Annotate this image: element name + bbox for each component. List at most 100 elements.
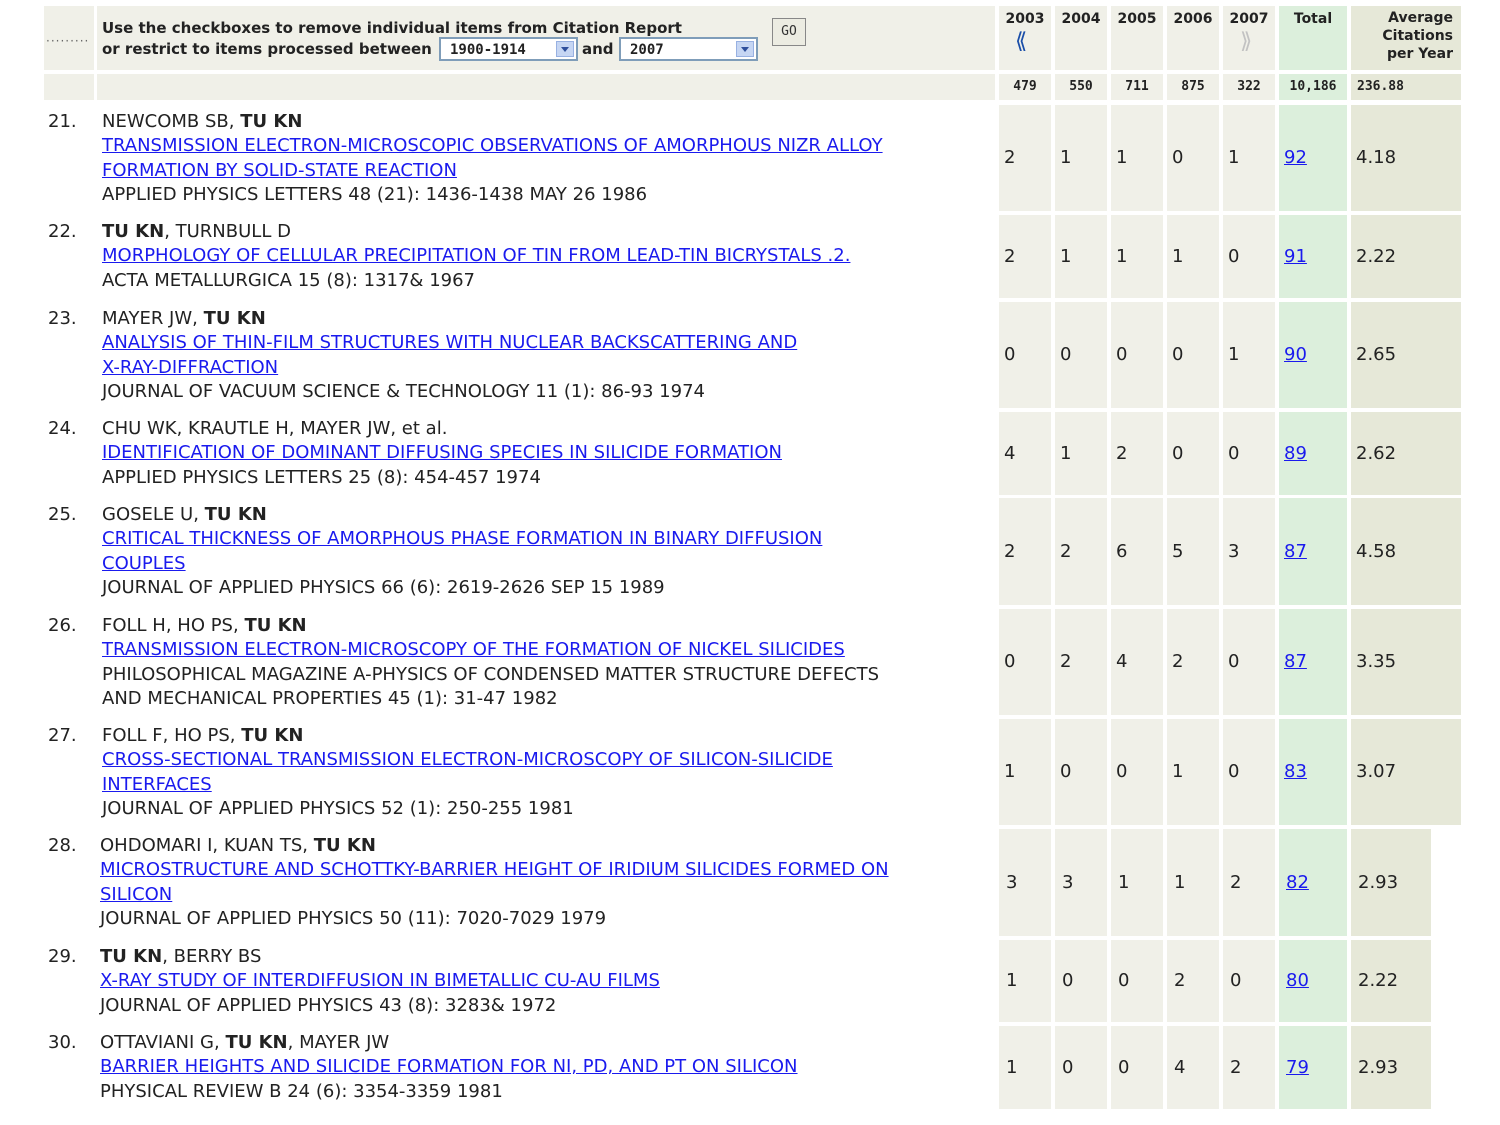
year-citation-count: 4 bbox=[1116, 651, 1128, 672]
record-number: 23. bbox=[48, 308, 77, 329]
record-title-link[interactable]: MICROSTRUCTURE AND SCHOTTKY-BARRIER HEIG… bbox=[100, 859, 889, 880]
year-column-header: 2004 bbox=[1055, 6, 1107, 70]
year-citation-count: 0 bbox=[1228, 245, 1240, 267]
average-citations-value: 2.62 bbox=[1356, 442, 1397, 464]
total-citations-link[interactable]: 90 bbox=[1284, 344, 1307, 365]
average-citations-value: 4.18 bbox=[1356, 147, 1397, 168]
record-title-link[interactable]: ANALYSIS OF THIN-FILM STRUCTURES WITH NU… bbox=[102, 332, 797, 353]
year-header-label: 2006 bbox=[1173, 11, 1213, 27]
record-number: 24. bbox=[48, 418, 77, 439]
total-citations-link[interactable]: 79 bbox=[1286, 1057, 1309, 1078]
record-title-link[interactable]: FORMATION BY SOLID-STATE REACTION bbox=[102, 160, 457, 181]
record-authors: TU KN, TURNBULL D bbox=[102, 221, 291, 242]
year-citation-count: 5 bbox=[1172, 540, 1184, 562]
record-source: PHYSICAL REVIEW B 24 (6): 3354-3359 1981 bbox=[100, 1080, 503, 1102]
record-title-link[interactable]: TRANSMISSION ELECTRON-MICROSCOPIC OBSERV… bbox=[102, 135, 883, 156]
average-citations-header: Average Citations per Year bbox=[1351, 6, 1461, 70]
year-citation-count: 2 bbox=[1004, 245, 1016, 267]
record-title-link[interactable]: IDENTIFICATION OF DOMINANT DIFFUSING SPE… bbox=[102, 442, 782, 463]
year-citation-count: 2 bbox=[1172, 651, 1184, 672]
year-citation-count: 2 bbox=[1004, 147, 1016, 168]
year-citation-count: 1 bbox=[1060, 245, 1072, 267]
highlighted-author: TU KN bbox=[241, 725, 304, 746]
highlighted-author: TU KN bbox=[100, 946, 163, 967]
total-column-header: Total bbox=[1279, 6, 1347, 70]
year-header-label: 2007 bbox=[1229, 11, 1269, 27]
next-page-arrow-icon: ⟫ bbox=[1240, 29, 1253, 54]
chevron-down-icon[interactable] bbox=[736, 41, 754, 57]
average-citations-value: 2.22 bbox=[1356, 245, 1397, 267]
total-citations-link[interactable]: 87 bbox=[1284, 651, 1307, 672]
highlighted-author: TU KN bbox=[204, 504, 267, 525]
total-citations-link[interactable]: 92 bbox=[1284, 147, 1307, 168]
year-citation-count: 0 bbox=[1062, 970, 1074, 991]
year-citation-count: 2 bbox=[1060, 651, 1072, 672]
year-citation-count: 3 bbox=[1006, 871, 1018, 893]
highlighted-author: TU KN bbox=[225, 1032, 288, 1053]
record-title-link[interactable]: COUPLES bbox=[102, 553, 186, 574]
dotted-separator: ········· bbox=[46, 34, 90, 48]
year-citation-count: 1 bbox=[1174, 871, 1186, 893]
year-citation-count: 0 bbox=[1230, 970, 1242, 991]
record-source: PHILOSOPHICAL MAGAZINE A-PHYSICS OF COND… bbox=[102, 663, 880, 685]
year-citation-count: 2 bbox=[1060, 540, 1072, 562]
citation-report-page: ········· Use the checkboxes to remove i… bbox=[0, 0, 1500, 1125]
total-citations-link[interactable]: 80 bbox=[1286, 970, 1309, 991]
record-number: 29. bbox=[48, 946, 77, 967]
avg-header-line3: per Year bbox=[1387, 46, 1453, 62]
record-authors: MAYER JW, TU KN bbox=[102, 308, 266, 329]
record-title-link[interactable]: TRANSMISSION ELECTRON-MICROSCOPY OF THE … bbox=[102, 639, 845, 660]
filter-instruction-line1: Use the checkboxes to remove individual … bbox=[102, 19, 682, 37]
average-citations-value: 4.58 bbox=[1356, 540, 1397, 562]
record-title-link[interactable]: MORPHOLOGY OF CELLULAR PRECIPITATION OF … bbox=[102, 245, 850, 266]
year-citation-count: 2 bbox=[1230, 871, 1242, 893]
record-title-link[interactable]: CROSS-SECTIONAL TRANSMISSION ELECTRON-MI… bbox=[102, 749, 833, 770]
record-title-link[interactable]: SILICON bbox=[100, 884, 172, 905]
total-citations-link[interactable]: 91 bbox=[1284, 246, 1307, 267]
record-title-link[interactable]: X-RAY-DIFFRACTION bbox=[102, 357, 278, 378]
year-header-label: 2003 bbox=[1005, 11, 1045, 27]
record-title-link[interactable]: BARRIER HEIGHTS AND SILICIDE FORMATION F… bbox=[100, 1056, 798, 1077]
from-year-select[interactable]: 1900-1914 bbox=[439, 37, 578, 61]
record-title-link[interactable]: CRITICAL THICKNESS OF AMORPHOUS PHASE FO… bbox=[102, 528, 822, 549]
chevron-down-icon[interactable] bbox=[556, 41, 574, 57]
record-title-link[interactable]: INTERFACES bbox=[102, 774, 212, 795]
and-label: and bbox=[582, 40, 614, 58]
record-authors: NEWCOMB SB, TU KN bbox=[102, 111, 302, 132]
year-citation-count: 1 bbox=[1006, 1056, 1018, 1078]
total-citations-link[interactable]: 87 bbox=[1284, 541, 1307, 562]
average-citations-value: 2.65 bbox=[1356, 344, 1397, 365]
average-citations-value: 2.22 bbox=[1358, 970, 1399, 991]
year-total-cell: 711 bbox=[1111, 74, 1163, 100]
year-citation-count: 1 bbox=[1228, 344, 1240, 365]
year-citation-count: 0 bbox=[1228, 761, 1240, 782]
from-year-value: 1900-1914 bbox=[450, 42, 526, 58]
record-source: APPLIED PHYSICS LETTERS 48 (21): 1436-14… bbox=[102, 183, 648, 205]
year-citation-count: 1 bbox=[1116, 245, 1128, 267]
year-citation-count: 0 bbox=[1228, 651, 1240, 672]
to-year-select[interactable]: 2007 bbox=[619, 37, 758, 61]
record-number: 21. bbox=[48, 111, 77, 132]
year-citation-count: 4 bbox=[1004, 442, 1016, 464]
total-header-label: Total bbox=[1293, 11, 1333, 27]
record-title-link[interactable]: X-RAY STUDY OF INTERDIFFUSION IN BIMETAL… bbox=[100, 970, 660, 991]
record-source: JOURNAL OF APPLIED PHYSICS 52 (1): 250-2… bbox=[102, 797, 574, 819]
year-citation-count: 6 bbox=[1116, 540, 1128, 562]
average-citations-value: 2.93 bbox=[1358, 1056, 1399, 1078]
total-citations-link[interactable]: 82 bbox=[1286, 872, 1309, 893]
record-number: 28. bbox=[48, 835, 77, 856]
total-citations-link[interactable]: 89 bbox=[1284, 443, 1307, 464]
year-citation-count: 3 bbox=[1062, 871, 1074, 893]
year-column-header: 2005 bbox=[1111, 6, 1163, 70]
year-citation-count: 1 bbox=[1172, 245, 1184, 267]
author-text: , MAYER JW bbox=[287, 1032, 390, 1053]
record-source: JOURNAL OF VACUUM SCIENCE & TECHNOLOGY 1… bbox=[102, 380, 705, 402]
year-total-cell: 550 bbox=[1055, 74, 1107, 100]
total-citations-link[interactable]: 83 bbox=[1284, 761, 1307, 782]
year-citation-count: 1 bbox=[1060, 442, 1072, 464]
filter-instruction-line2: or restrict to items processed between bbox=[102, 40, 432, 58]
year-citation-count: 0 bbox=[1172, 147, 1184, 168]
year-column-header: 2006 bbox=[1167, 6, 1219, 70]
go-button[interactable]: GO bbox=[772, 18, 806, 46]
first-page-arrow-icon[interactable]: ⟪ bbox=[1015, 30, 1027, 54]
